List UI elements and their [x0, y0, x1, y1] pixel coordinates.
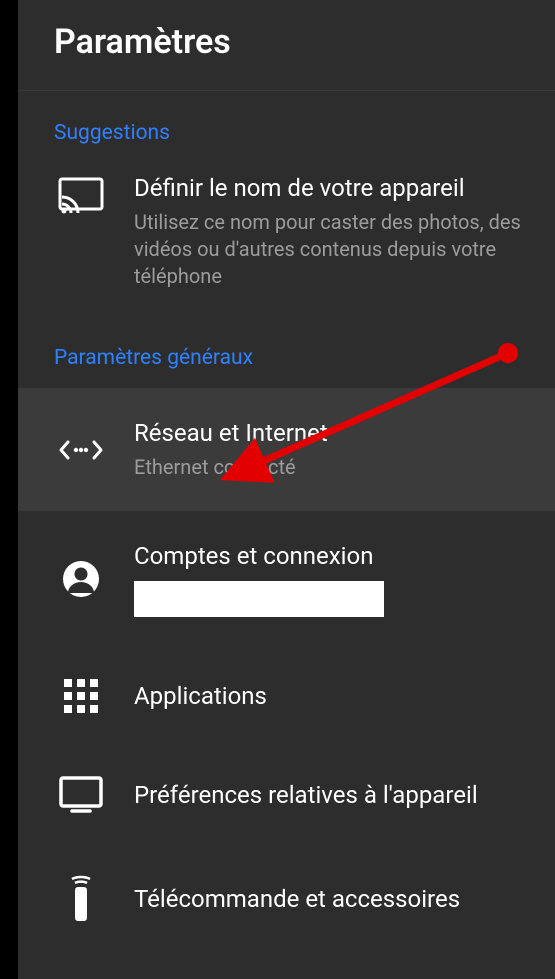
- account-icon: [54, 559, 108, 599]
- item-network-subtitle: Ethernet connecté: [134, 454, 531, 481]
- ethernet-icon: [54, 435, 108, 465]
- item-apps-title: Applications: [134, 681, 531, 711]
- item-remote[interactable]: Télécommande et accessoires: [18, 845, 555, 953]
- suggestion-subtitle: Utilisez ce nom pour caster des photos, …: [134, 209, 531, 290]
- section-general-label: Paramètres généraux: [18, 316, 555, 388]
- suggestion-define-name[interactable]: Définir le nom de votre appareil Utilise…: [18, 163, 555, 316]
- item-remote-title: Télécommande et accessoires: [134, 884, 531, 914]
- item-device-title: Préférences relatives à l'appareil: [134, 780, 531, 810]
- suggestion-title: Définir le nom de votre appareil: [134, 173, 531, 203]
- item-network[interactable]: Réseau et Internet Ethernet connecté: [18, 388, 555, 511]
- page-title: Paramètres: [54, 22, 519, 62]
- header: Paramètres: [18, 0, 555, 91]
- item-network-title: Réseau et Internet: [134, 418, 531, 448]
- section-suggestions-label: Suggestions: [18, 91, 555, 163]
- apps-icon: [54, 677, 108, 715]
- cast-icon: [54, 173, 108, 215]
- tv-icon: [54, 775, 108, 815]
- item-accounts-title: Comptes et connexion: [134, 541, 531, 571]
- item-device-prefs[interactable]: Préférences relatives à l'appareil: [18, 745, 555, 845]
- item-apps[interactable]: Applications: [18, 647, 555, 745]
- item-accounts[interactable]: Comptes et connexion: [18, 511, 555, 647]
- settings-panel: Paramètres Suggestions Définir le nom de…: [18, 0, 555, 979]
- accounts-redacted: [134, 581, 384, 617]
- remote-icon: [54, 875, 108, 923]
